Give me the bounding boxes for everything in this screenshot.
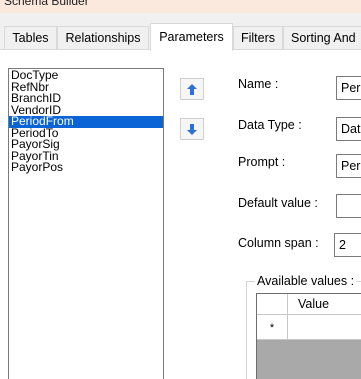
tab-filters[interactable]: Filters	[233, 26, 283, 50]
available-values-grid[interactable]: Value *	[256, 293, 361, 379]
new-row[interactable]: *	[257, 315, 361, 340]
name-label: Name :	[238, 77, 279, 91]
move-up-button[interactable]	[180, 78, 204, 100]
list-item[interactable]: PayorPos	[9, 161, 163, 174]
window-title: Schema Builder	[4, 0, 89, 8]
value-column-header[interactable]: Value	[298, 297, 329, 311]
tab-tables[interactable]: Tables	[4, 26, 57, 50]
column-span-field[interactable]: 2	[334, 233, 361, 257]
tab-parameters[interactable]: Parameters	[150, 23, 233, 51]
arrow-down-icon	[187, 123, 197, 135]
default-value-field[interactable]	[336, 194, 361, 218]
tab-sorting[interactable]: Sorting And	[283, 26, 361, 50]
available-values-title: Available values :	[255, 274, 357, 288]
name-field[interactable]: Peri	[336, 76, 361, 100]
prompt-field[interactable]: Peri	[336, 154, 361, 178]
tab-strip: Tables Relationships Parameters Filters …	[0, 13, 361, 51]
move-down-button[interactable]	[180, 118, 204, 140]
column-span-label: Column span :	[238, 236, 319, 250]
prompt-label: Prompt :	[238, 155, 286, 169]
grid-header: Value	[257, 294, 361, 315]
datatype-label: Data Type :	[238, 118, 302, 132]
arrow-up-icon	[187, 83, 197, 95]
parameters-listbox[interactable]: DocType RefNbr BranchID VendorID PeriodF…	[8, 68, 164, 379]
datatype-field[interactable]: Dat	[336, 117, 361, 141]
new-row-marker: *	[257, 315, 288, 340]
window-titlebar: Schema Builder	[0, 0, 361, 13]
tab-relationships[interactable]: Relationships	[57, 26, 149, 50]
grid-corner	[257, 294, 288, 315]
default-value-label: Default value :	[238, 196, 318, 210]
